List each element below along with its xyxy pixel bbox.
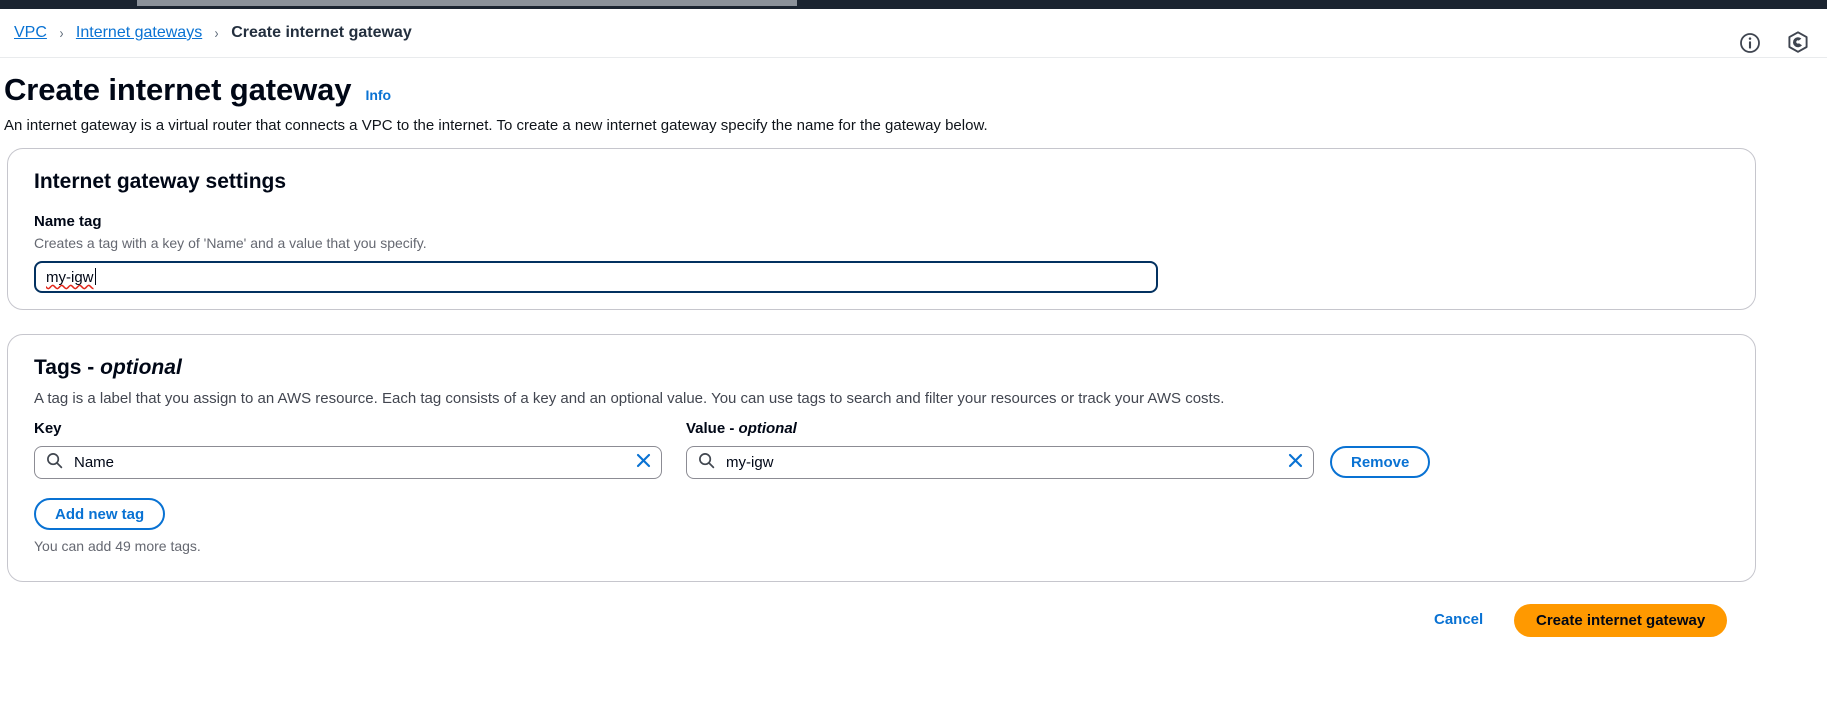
breadcrumb-separator: › (214, 24, 219, 42)
breadcrumb: VPC › Internet gateways › Create interne… (14, 24, 412, 42)
clear-value-icon[interactable] (1287, 452, 1304, 474)
tag-key-input-value: Name (74, 454, 115, 471)
tags-panel: Tags - optional A tag is a label that yo… (7, 334, 1756, 582)
text-cursor (94, 268, 96, 285)
top-bar-segment (137, 0, 797, 6)
name-tag-label: Name tag (34, 213, 102, 230)
create-internet-gateway-button[interactable]: Create internet gateway (1514, 604, 1728, 637)
breadcrumb-item-vpc[interactable]: VPC (14, 24, 47, 42)
clear-key-icon[interactable] (635, 452, 652, 474)
page-title: Create internet gateway (4, 72, 352, 107)
tags-panel-title-main: Tags - (34, 356, 101, 379)
search-icon (46, 452, 63, 474)
tag-value-input[interactable]: my-igw (686, 446, 1314, 479)
breadcrumb-item-internet-gateways[interactable]: Internet gateways (76, 24, 202, 42)
tag-key-input[interactable]: Name (34, 446, 662, 479)
tags-panel-description: A tag is a label that you assign to an A… (34, 390, 1225, 407)
tags-column-header-value: Value - optional (686, 420, 797, 437)
tags-panel-title: Tags - optional (34, 356, 182, 380)
tags-column-header-key: Key (34, 420, 62, 437)
info-icon[interactable] (1739, 32, 1761, 54)
settings-hexagon-icon[interactable] (1787, 31, 1809, 54)
cancel-button[interactable]: Cancel (1434, 611, 1483, 628)
name-tag-input[interactable]: my-igw (34, 261, 1158, 293)
tags-panel-title-optional: optional (100, 356, 182, 379)
page-info-link[interactable]: Info (365, 87, 391, 103)
settings-panel-title: Internet gateway settings (34, 170, 287, 193)
console-top-bar (0, 0, 1827, 9)
remove-tag-button[interactable]: Remove (1330, 446, 1431, 478)
name-tag-input-text: my-igw (46, 269, 94, 286)
header-icon-group (1739, 18, 1809, 67)
breadcrumb-bar: VPC › Internet gateways › Create interne… (0, 9, 1827, 58)
tags-remaining-text: You can add 49 more tags. (34, 538, 201, 554)
breadcrumb-separator: › (59, 24, 64, 42)
tags-column-header-value-main: Value - (686, 420, 739, 437)
internet-gateway-settings-panel: Internet gateway settings Name tag Creat… (7, 148, 1756, 310)
search-icon (698, 452, 715, 474)
name-tag-hint: Creates a tag with a key of 'Name' and a… (34, 235, 427, 251)
page-description: An internet gateway is a virtual router … (4, 117, 988, 134)
page-header: Create internet gateway Info An internet… (4, 72, 1804, 136)
tags-column-header-value-optional: optional (738, 420, 797, 437)
tag-value-input-value: my-igw (726, 454, 774, 471)
name-tag-input-value: my-igw (46, 268, 96, 286)
add-new-tag-button[interactable]: Add new tag (34, 498, 166, 530)
breadcrumb-item-current: Create internet gateway (231, 24, 412, 41)
form-actions: Cancel Create internet gateway (0, 601, 1756, 641)
